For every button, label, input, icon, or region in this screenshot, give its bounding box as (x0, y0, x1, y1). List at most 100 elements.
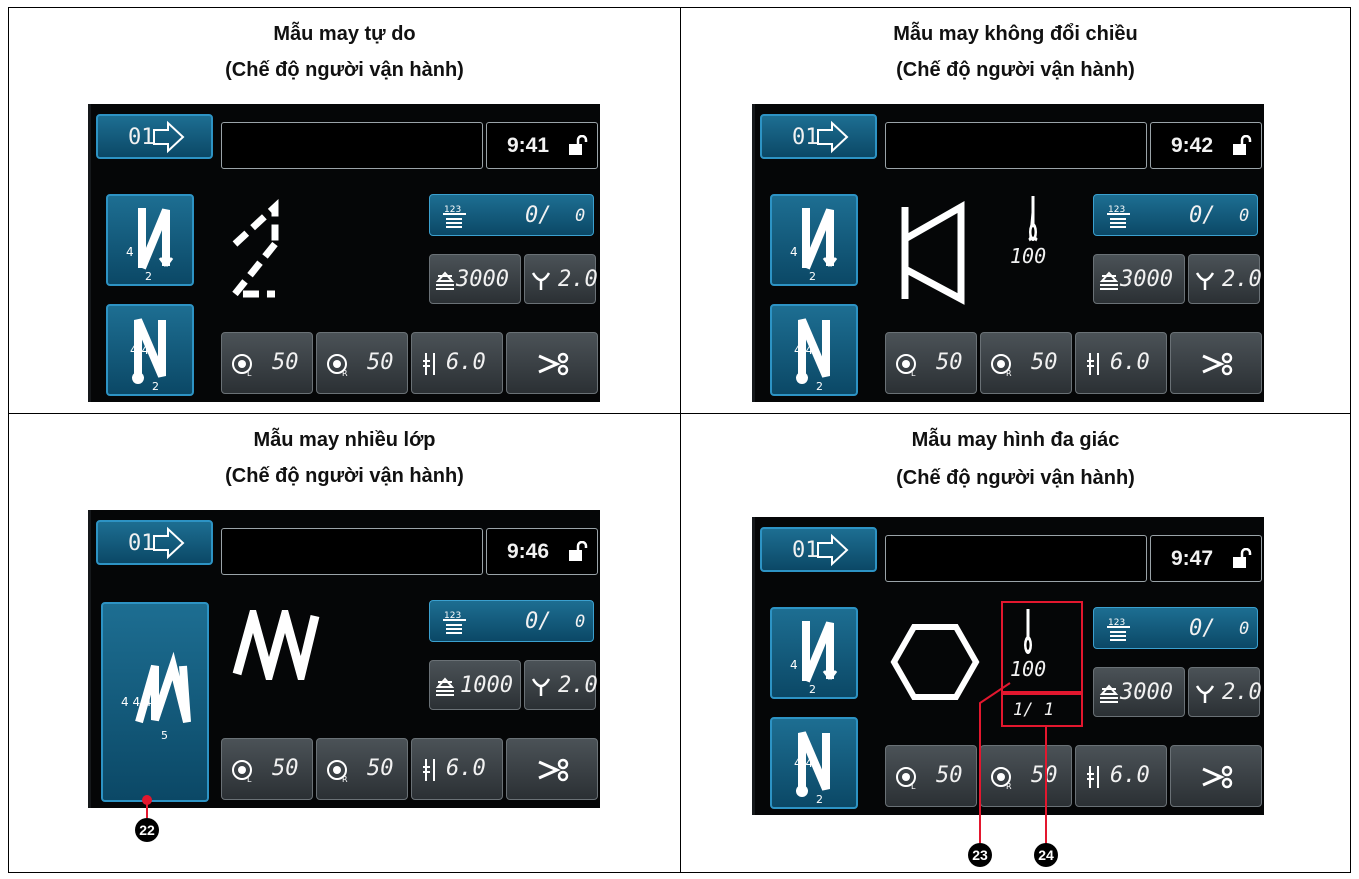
arrow-right-icon (817, 533, 849, 567)
scissors-icon (1202, 765, 1233, 789)
thread-trim-button[interactable] (506, 332, 598, 394)
counter-total: 0 (1239, 206, 1250, 226)
clock-bar: 9:46 (486, 528, 598, 575)
svg-text:4 4 4: 4 4 4 (121, 695, 152, 709)
pattern-type-button[interactable]: 4 42 (770, 607, 858, 699)
start-backtack-button[interactable]: 4 4 2 (106, 304, 194, 396)
tension-left-button[interactable]: L 50 (221, 332, 313, 394)
thread-trim-button[interactable] (1170, 332, 1262, 394)
pattern-number-button[interactable]: 01 (760, 527, 877, 572)
clock: 9:47 (1171, 547, 1214, 570)
bobbin-counter-button[interactable]: 123 0/ 0 (1093, 194, 1258, 236)
bobbin-counter-icon: 123 (1107, 205, 1130, 228)
stitch-width-value: 6.0 (446, 756, 486, 781)
tension-right-icon: R (991, 354, 1012, 377)
stitch-width-button[interactable]: 6.0 (411, 332, 503, 394)
tension-right-value: 50 (367, 350, 394, 375)
tension-left-icon: L (232, 354, 252, 377)
tension-right-button[interactable]: R 50 (980, 332, 1072, 394)
stitch-width-icon (423, 353, 435, 375)
panel-title: Mẫu may tự do (273, 23, 416, 45)
max-speed-button[interactable]: 1000 (429, 660, 521, 710)
stitch-width-button[interactable]: 6.0 (411, 738, 503, 800)
pattern-number-button[interactable]: 01 (96, 114, 213, 159)
svg-text:L: L (911, 369, 916, 377)
clock-bar: 9:47 (1150, 535, 1262, 582)
overlap-pattern-graphic (232, 610, 320, 680)
svg-text:4 4: 4 4 (130, 343, 149, 357)
stitch-pitch-button[interactable]: 2.0 (1188, 667, 1262, 717)
pattern-type-button[interactable]: 4 42 (770, 194, 858, 286)
thread-trim-button[interactable] (506, 738, 598, 800)
panel-constant: Mẫu may không đổi chiều (Chế độ người vậ… (680, 7, 1351, 414)
panel-polygon: Mẫu may hình đa giác (Chế độ người vận h… (680, 413, 1351, 873)
max-speed-value: 3000 (1120, 680, 1173, 705)
panel-subtitle: (Chế độ người vận hành) (896, 59, 1135, 81)
scissors-icon (1202, 352, 1233, 376)
panel-title: Mẫu may hình đa giác (911, 429, 1120, 451)
stitch-pitch-button[interactable]: 2.0 (1188, 254, 1262, 304)
start-backtack-icon: 4 4 2 (794, 731, 830, 806)
panel-title: Mẫu may không đổi chiều (893, 23, 1138, 45)
max-speed-button[interactable]: 3000 (429, 254, 521, 304)
counter-value: 0/ (1189, 203, 1216, 228)
max-speed-button[interactable]: 3000 (1093, 667, 1185, 717)
tension-right-value: 50 (367, 756, 394, 781)
start-backtack-button[interactable]: 4 4 2 (770, 304, 858, 396)
speed-icon (435, 271, 455, 290)
stitch-pitch-value: 2.0 (558, 267, 598, 292)
pattern-number-button[interactable]: 01 (760, 114, 877, 159)
tension-left-button[interactable]: L 50 (885, 332, 977, 394)
svg-text:L: L (247, 369, 252, 377)
tension-right-button[interactable]: R 50 (316, 332, 408, 394)
tension-left-button[interactable]: L 50 (221, 738, 313, 800)
panel-free: Mẫu may tự do (Chế độ người vận hành) 01… (8, 7, 681, 414)
bobbin-counter-icon: 123 (443, 205, 466, 228)
counter-total: 0 (1239, 619, 1250, 639)
unlock-icon (569, 541, 588, 561)
svg-text:L: L (911, 782, 916, 790)
counter-value: 0/ (525, 609, 552, 634)
callout-leader (1045, 726, 1047, 844)
bobbin-counter-button[interactable]: 123 0/ 0 (429, 600, 594, 642)
stitch-width-button[interactable]: 6.0 (1075, 745, 1167, 807)
panel-subtitle: (Chế độ người vận hành) (225, 59, 464, 81)
clock-bar: 9:41 (486, 122, 598, 169)
stitch-width-icon (1087, 766, 1099, 788)
pattern-type-button[interactable]: 4 4 4 5 (101, 602, 209, 802)
tension-right-icon: R (327, 354, 348, 377)
tension-right-button[interactable]: R 50 (316, 738, 408, 800)
bobbin-counter-button[interactable]: 123 0/ 0 (429, 194, 594, 236)
bobbin-counter-button[interactable]: 123 0/ 0 (1093, 607, 1258, 649)
tension-left-icon: L (232, 760, 252, 783)
stitch-pitch-button[interactable]: 2.0 (524, 254, 598, 304)
needle-icon (1028, 196, 1038, 242)
svg-text:5: 5 (161, 729, 168, 742)
stitch-pitch-value: 2.0 (1222, 267, 1262, 292)
svg-text:4 4: 4 4 (794, 756, 813, 770)
pattern-type-button[interactable]: 4 42 (106, 194, 194, 286)
callout-23: 23 (968, 843, 992, 867)
thread-trim-button[interactable] (1170, 745, 1262, 807)
counter-value: 0/ (525, 203, 552, 228)
tension-left-icon: L (896, 354, 916, 377)
info-bar (221, 528, 483, 575)
stitch-pitch-button[interactable]: 2.0 (524, 660, 598, 710)
svg-text:2: 2 (152, 380, 159, 393)
panel-overlap: Mẫu may nhiều lớp (Chế độ người vận hành… (8, 413, 681, 873)
bobbin-counter-icon: 123 (1107, 618, 1130, 641)
max-speed-button[interactable]: 3000 (1093, 254, 1185, 304)
stitch-width-value: 6.0 (1110, 350, 1150, 375)
clock-bar: 9:42 (1150, 122, 1262, 169)
max-speed-value: 1000 (460, 673, 513, 698)
callout-24: 24 (1034, 843, 1058, 867)
start-backtack-button[interactable]: 4 4 2 (770, 717, 858, 809)
unlock-icon (1233, 135, 1252, 155)
svg-text:4 4: 4 4 (790, 658, 809, 672)
tension-right-value: 50 (1031, 350, 1058, 375)
arrow-right-icon (153, 526, 185, 560)
stitch-width-button[interactable]: 6.0 (1075, 332, 1167, 394)
svg-text:4 4: 4 4 (794, 343, 813, 357)
callout-leader (146, 803, 148, 818)
pattern-number-button[interactable]: 01 (96, 520, 213, 565)
